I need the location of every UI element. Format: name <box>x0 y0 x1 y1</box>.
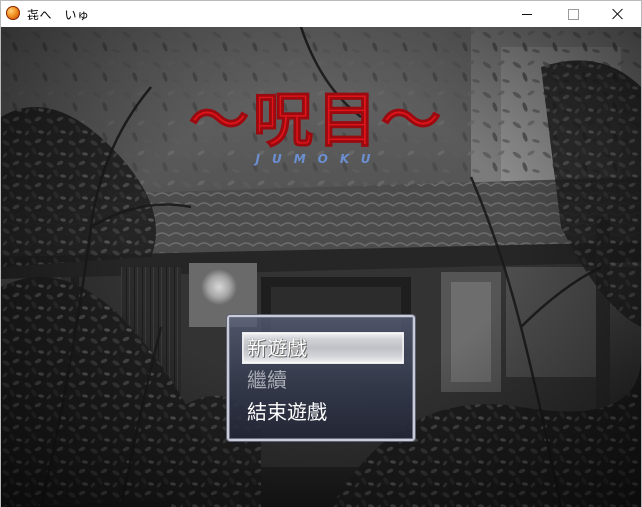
title-bar[interactable]: 㐂へ いゅ <box>1 1 641 27</box>
close-button[interactable] <box>595 1 641 27</box>
game-viewport[interactable]: 〜呪目〜 JUMOKU 新遊戲 繼續 結束遊戲 <box>1 27 641 507</box>
menu-item-new-game[interactable]: 新遊戲 <box>242 332 404 364</box>
logo-title: 〜呪目〜 <box>189 86 445 156</box>
menu-item-quit-game[interactable]: 結束遊戲 <box>243 397 403 427</box>
minimize-icon <box>522 13 532 15</box>
logo-subtitle: JUMOKU <box>254 152 383 166</box>
menu-item-label: 結束遊戲 <box>247 400 327 424</box>
menu-item-label: 新遊戲 <box>247 336 307 360</box>
close-icon <box>612 8 624 20</box>
maximize-icon <box>567 8 579 20</box>
maximize-button[interactable] <box>550 1 596 27</box>
title-menu: 新遊戲 繼續 結束遊戲 <box>227 315 415 441</box>
window-title: 㐂へ いゅ <box>27 8 90 22</box>
game-logo: 〜呪目〜 JUMOKU <box>189 86 445 167</box>
game-window: 㐂へ いゅ 〜呪目〜 JUMOKU 新遊戲 繼續 結束遊戲 <box>0 0 642 507</box>
orange-orb-icon <box>6 6 20 20</box>
minimize-button[interactable] <box>504 1 550 27</box>
menu-item-label: 繼續 <box>247 368 287 392</box>
menu-item-continue[interactable]: 繼續 <box>243 365 403 395</box>
